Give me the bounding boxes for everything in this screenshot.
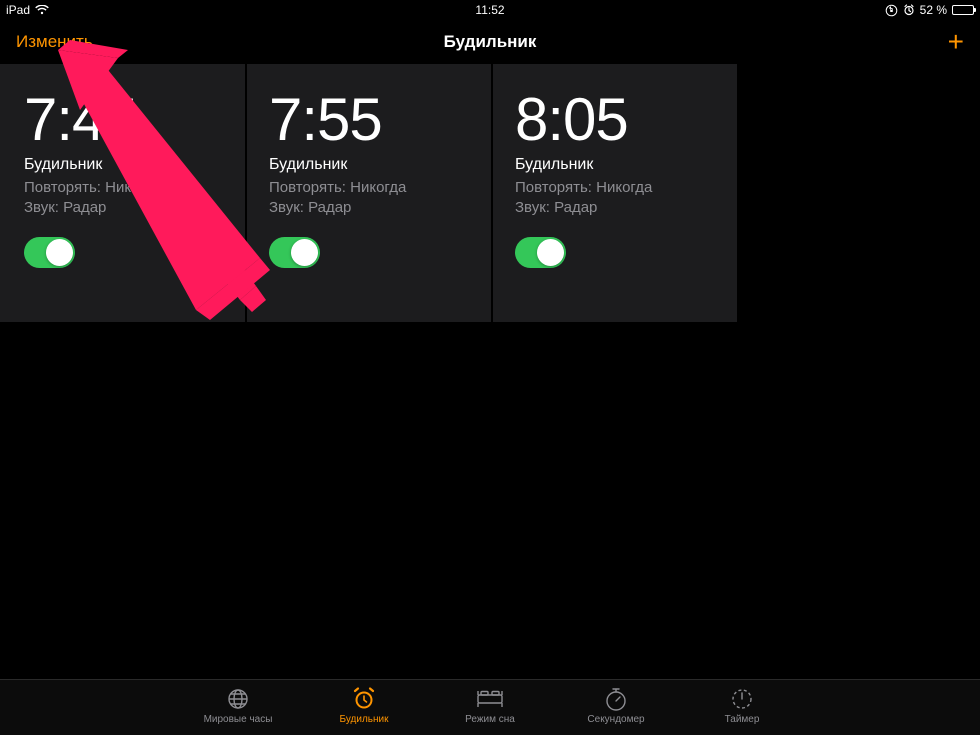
tab-label: Режим сна [465, 714, 515, 725]
alarm-label: Будильник [515, 156, 715, 174]
timer-icon [730, 686, 754, 712]
toggle-knob [537, 239, 564, 266]
tab-bedtime[interactable]: Режим сна [450, 686, 530, 735]
alarm-card[interactable]: 7:55 Будильник Повторять: Никогда Звук: … [247, 64, 491, 322]
page-title: Будильник [444, 32, 537, 52]
alarm-toggle[interactable] [515, 237, 566, 268]
tab-label: Таймер [725, 714, 760, 725]
alarm-card[interactable]: 7:45 Будильник Повторять: Никогда Звук: … [0, 64, 245, 322]
nav-bar: Изменить Будильник + [0, 20, 980, 64]
wifi-icon [35, 5, 49, 15]
tab-alarm[interactable]: Будильник [324, 686, 404, 735]
plus-icon: + [948, 26, 964, 57]
bed-icon [475, 686, 505, 712]
edit-button[interactable]: Изменить [16, 32, 93, 52]
alarm-card[interactable]: 8:05 Будильник Повторять: Никогда Звук: … [493, 64, 737, 322]
alarm-sound: Звук: Радар [515, 198, 715, 218]
rotation-lock-icon [885, 4, 898, 17]
alarm-grid: 7:45 Будильник Повторять: Никогда Звук: … [0, 64, 980, 322]
add-alarm-button[interactable]: + [948, 28, 964, 56]
toggle-knob [291, 239, 318, 266]
alarm-repeat: Повторять: Никогда [24, 178, 223, 198]
battery-icon [952, 5, 974, 15]
alarm-time: 7:55 [269, 90, 469, 150]
tab-label: Мировые часы [204, 714, 273, 725]
tab-bar: Мировые часы Будильник Режим сна Секундо… [0, 679, 980, 735]
alarm-repeat: Повторять: Никогда [269, 178, 469, 198]
status-bar: iPad 11:52 52 % [0, 0, 980, 20]
status-time: 11:52 [475, 3, 504, 17]
alarm-sound: Звук: Радар [24, 198, 223, 218]
alarm-sound: Звук: Радар [269, 198, 469, 218]
alarm-clock-icon [351, 686, 377, 712]
alarm-label: Будильник [269, 156, 469, 174]
tab-label: Будильник [340, 714, 389, 725]
alarm-time: 8:05 [515, 90, 715, 150]
tab-timer[interactable]: Таймер [702, 686, 782, 735]
alarm-toggle[interactable] [24, 237, 75, 268]
tab-stopwatch[interactable]: Секундомер [576, 686, 656, 735]
toggle-knob [46, 239, 73, 266]
alarm-status-icon [903, 4, 915, 16]
alarm-label: Будильник [24, 156, 223, 174]
alarm-repeat: Повторять: Никогда [515, 178, 715, 198]
battery-percent: 52 % [920, 3, 947, 17]
stopwatch-icon [604, 686, 628, 712]
tab-label: Секундомер [587, 714, 644, 725]
alarm-toggle[interactable] [269, 237, 320, 268]
alarm-time: 7:45 [24, 90, 223, 150]
device-label: iPad [6, 3, 30, 17]
globe-icon [226, 686, 250, 712]
tab-world-clock[interactable]: Мировые часы [198, 686, 278, 735]
